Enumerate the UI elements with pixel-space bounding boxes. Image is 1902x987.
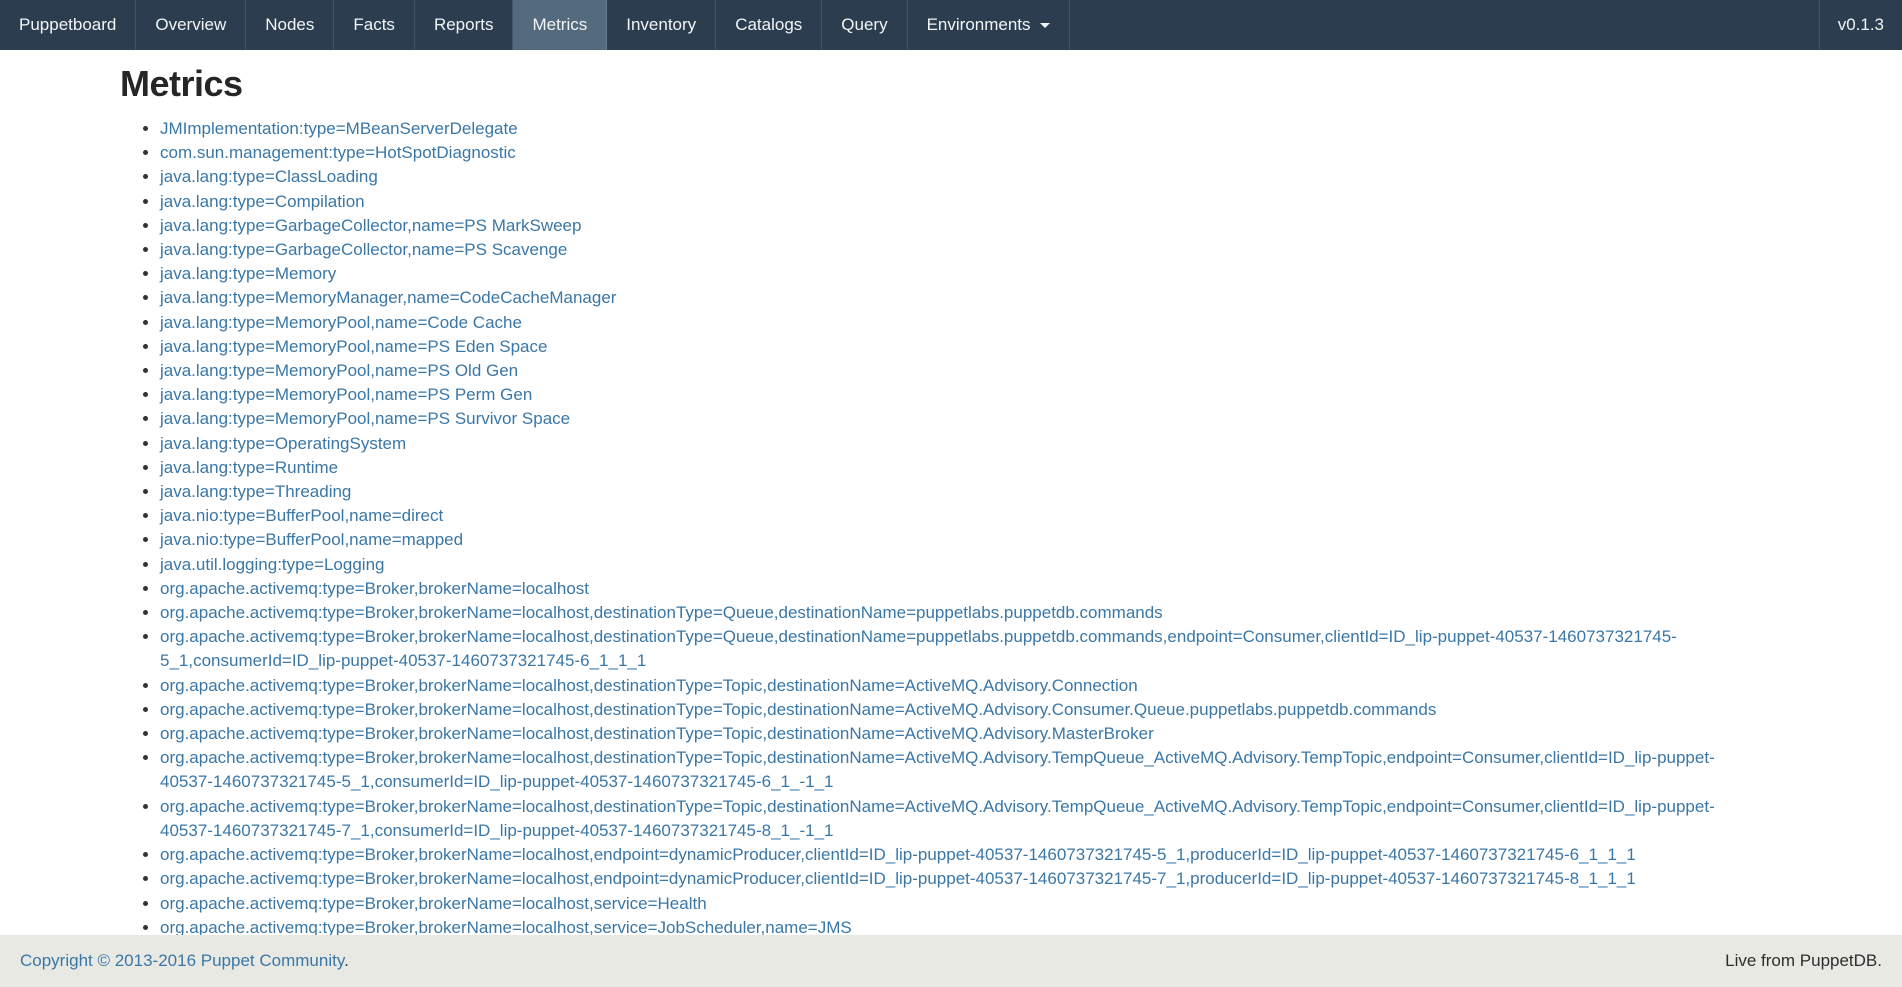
metric-link[interactable]: java.lang:type=OperatingSystem (160, 434, 406, 453)
metric-list-item: java.util.logging:type=Logging (160, 553, 1730, 577)
nav-item-catalogs[interactable]: Catalogs (716, 0, 822, 50)
navbar-spacer (1070, 0, 1819, 50)
metric-link[interactable]: org.apache.activemq:type=Broker,brokerNa… (160, 724, 1154, 743)
nav-item-label: Environments (927, 15, 1031, 35)
metric-link[interactable]: java.lang:type=MemoryPool,name=Code Cach… (160, 313, 522, 332)
metric-link[interactable]: java.lang:type=MemoryPool,name=PS Perm G… (160, 385, 532, 404)
metric-link[interactable]: java.util.logging:type=Logging (160, 555, 384, 574)
metric-link[interactable]: org.apache.activemq:type=Broker,brokerNa… (160, 700, 1436, 719)
metric-link[interactable]: java.nio:type=BufferPool,name=direct (160, 506, 443, 525)
metric-link[interactable]: java.lang:type=Threading (160, 482, 351, 501)
metric-list-item: java.lang:type=MemoryPool,name=PS Surviv… (160, 407, 1730, 431)
metric-link[interactable]: org.apache.activemq:type=Broker,brokerNa… (160, 676, 1138, 695)
metric-list-item: java.lang:type=MemoryPool,name=PS Old Ge… (160, 359, 1730, 383)
copyright-link[interactable]: Copyright © 2013-2016 Puppet Community (20, 951, 344, 970)
metric-link[interactable]: java.lang:type=ClassLoading (160, 167, 378, 186)
top-navbar: Puppetboard Overview Nodes Facts Reports Met… (0, 0, 1902, 50)
metric-link[interactable]: JMImplementation:type=MBeanServerDelegat… (160, 119, 518, 138)
metric-list-item: java.lang:type=Compilation (160, 190, 1730, 214)
nav-item-environments[interactable]: Environments (908, 0, 1070, 50)
metric-link[interactable]: org.apache.activemq:type=Broker,brokerNa… (160, 579, 589, 598)
main-content: Metrics JMImplementation:type=MBeanServe… (0, 50, 1902, 987)
metric-link[interactable]: org.apache.activemq:type=Broker,brokerNa… (160, 797, 1715, 840)
nav-item-inventory[interactable]: Inventory (607, 0, 716, 50)
nav-item-label: Overview (155, 15, 226, 35)
version-label: v0.1.3 (1819, 0, 1902, 50)
nav-item-label: Reports (434, 15, 494, 35)
metric-link[interactable]: org.apache.activemq:type=Broker,brokerNa… (160, 603, 1163, 622)
metric-list-item: org.apache.activemq:type=Broker,brokerNa… (160, 722, 1730, 746)
metric-list-item: java.nio:type=BufferPool,name=direct (160, 504, 1730, 528)
metric-link[interactable]: java.nio:type=BufferPool,name=mapped (160, 530, 463, 549)
metric-list-item: java.lang:type=ClassLoading (160, 165, 1730, 189)
metric-list-item: java.lang:type=OperatingSystem (160, 432, 1730, 456)
metric-list-item: java.lang:type=MemoryPool,name=Code Cach… (160, 311, 1730, 335)
nav-item-label: Catalogs (735, 15, 802, 35)
metric-link[interactable]: org.apache.activemq:type=Broker,brokerNa… (160, 627, 1677, 670)
metric-list-item: org.apache.activemq:type=Broker,brokerNa… (160, 601, 1730, 625)
metric-list-item: org.apache.activemq:type=Broker,brokerNa… (160, 577, 1730, 601)
nav-item-overview[interactable]: Overview (136, 0, 246, 50)
nav-item-label: Metrics (532, 15, 587, 35)
metric-link[interactable]: org.apache.activemq:type=Broker,brokerNa… (160, 845, 1636, 864)
metric-list-item: java.lang:type=Memory (160, 262, 1730, 286)
metric-list-item: java.lang:type=MemoryManager,name=CodeCa… (160, 286, 1730, 310)
metric-list-item: java.lang:type=GarbageCollector,name=PS … (160, 214, 1730, 238)
nav-item-label: Query (841, 15, 887, 35)
brand-link[interactable]: Puppetboard (0, 0, 136, 50)
puppetdb-status-text: Live from PuppetDB. (1725, 951, 1882, 971)
metric-link[interactable]: org.apache.activemq:type=Broker,brokerNa… (160, 748, 1715, 791)
page-title: Metrics (120, 64, 1902, 104)
metric-list-item: java.lang:type=GarbageCollector,name=PS … (160, 238, 1730, 262)
metric-list-item: com.sun.management:type=HotSpotDiagnosti… (160, 141, 1730, 165)
metric-list-item: java.lang:type=Threading (160, 480, 1730, 504)
nav-item-nodes[interactable]: Nodes (246, 0, 334, 50)
metric-list-item: java.lang:type=MemoryPool,name=PS Eden S… (160, 335, 1730, 359)
page-footer: Copyright © 2013-2016 Puppet Community. … (0, 935, 1902, 987)
nav-item-query[interactable]: Query (822, 0, 907, 50)
nav-item-label: Facts (353, 15, 395, 35)
copyright-suffix: . (344, 951, 349, 970)
metrics-list: JMImplementation:type=MBeanServerDelegat… (120, 117, 1730, 940)
metric-list-item: org.apache.activemq:type=Broker,brokerNa… (160, 698, 1730, 722)
nav-item-label: Inventory (626, 15, 696, 35)
copyright-text: Copyright © 2013-2016 Puppet Community. (20, 951, 349, 971)
metric-list-item: JMImplementation:type=MBeanServerDelegat… (160, 117, 1730, 141)
metric-link[interactable]: java.lang:type=MemoryManager,name=CodeCa… (160, 288, 616, 307)
metric-link[interactable]: java.lang:type=MemoryPool,name=PS Surviv… (160, 409, 570, 428)
metric-link[interactable]: org.apache.activemq:type=Broker,brokerNa… (160, 869, 1636, 888)
metric-list-item: org.apache.activemq:type=Broker,brokerNa… (160, 843, 1730, 867)
metric-link[interactable]: java.lang:type=Runtime (160, 458, 338, 477)
metric-link[interactable]: java.lang:type=GarbageCollector,name=PS … (160, 240, 567, 259)
metric-list-item: org.apache.activemq:type=Broker,brokerNa… (160, 867, 1730, 891)
metric-link[interactable]: com.sun.management:type=HotSpotDiagnosti… (160, 143, 516, 162)
metric-link[interactable]: java.lang:type=Memory (160, 264, 336, 283)
metric-list-item: org.apache.activemq:type=Broker,brokerNa… (160, 892, 1730, 916)
metric-list-item: java.lang:type=Runtime (160, 456, 1730, 480)
caret-down-icon (1040, 23, 1050, 28)
metric-list-item: java.lang:type=MemoryPool,name=PS Perm G… (160, 383, 1730, 407)
metric-link[interactable]: java.lang:type=Compilation (160, 192, 365, 211)
metric-list-item: org.apache.activemq:type=Broker,brokerNa… (160, 746, 1730, 794)
nav-item-label: Nodes (265, 15, 314, 35)
metric-link[interactable]: java.lang:type=GarbageCollector,name=PS … (160, 216, 581, 235)
nav-item-facts[interactable]: Facts (334, 0, 415, 50)
navbar-items: Overview Nodes Facts Reports Metrics Inventor… (136, 0, 1069, 50)
metric-list-item: java.nio:type=BufferPool,name=mapped (160, 528, 1730, 552)
metric-list-item: org.apache.activemq:type=Broker,brokerNa… (160, 795, 1730, 843)
metric-list-item: org.apache.activemq:type=Broker,brokerNa… (160, 625, 1730, 673)
nav-item-metrics[interactable]: Metrics (513, 0, 607, 50)
nav-item-reports[interactable]: Reports (415, 0, 514, 50)
metric-link[interactable]: org.apache.activemq:type=Broker,brokerNa… (160, 894, 707, 913)
metric-link[interactable]: java.lang:type=MemoryPool,name=PS Eden S… (160, 337, 547, 356)
metric-link[interactable]: java.lang:type=MemoryPool,name=PS Old Ge… (160, 361, 518, 380)
metric-list-item: org.apache.activemq:type=Broker,brokerNa… (160, 674, 1730, 698)
metric-link[interactable]: org.apache.activemq:type=Broker,brokerNa… (160, 918, 852, 937)
